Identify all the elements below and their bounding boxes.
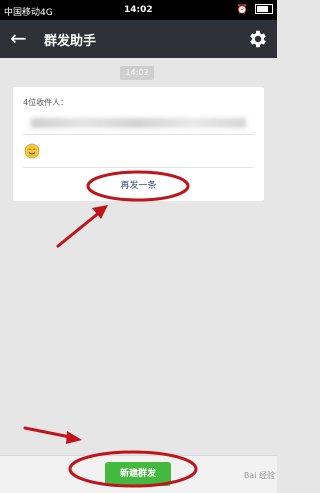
annotation-arrow-resend xyxy=(56,205,108,248)
annotation-circle-new-broadcast xyxy=(68,450,198,488)
annotation-arrow-new-broadcast xyxy=(23,426,82,444)
annotation-circle-resend xyxy=(86,170,190,202)
annotation-overlay xyxy=(23,170,198,488)
